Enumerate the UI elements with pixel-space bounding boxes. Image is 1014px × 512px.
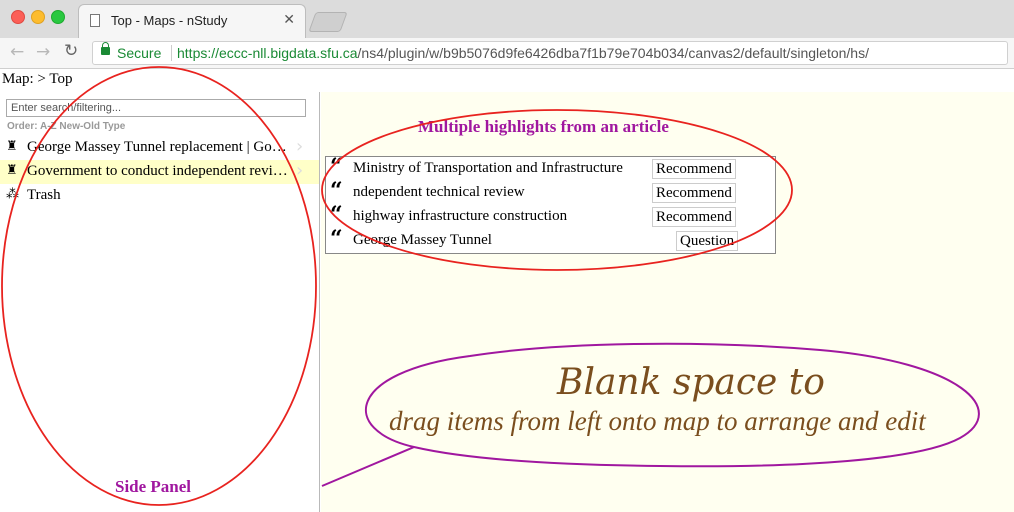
side-panel-annotation: Side Panel	[115, 477, 192, 496]
highlight-text: highway infrastructure construction	[353, 208, 568, 224]
zoom-window-button[interactable]	[51, 10, 65, 24]
blank-space-annotation-line2: drag items from left onto map to arrange…	[389, 406, 926, 436]
new-tab-button[interactable]	[308, 12, 348, 32]
highlight-row[interactable]: “ Ministry of Transportation and Infrast…	[326, 154, 775, 181]
quote-icon: “	[330, 202, 343, 228]
forward-arrow-icon[interactable]: →	[36, 42, 50, 62]
highlight-row[interactable]: “ George Massey Tunnel Question	[326, 226, 775, 253]
browser-toolbar: ← → ↻ Secure https://eccc-nll.bigdata.sf…	[0, 38, 1014, 69]
search-input[interactable]	[6, 99, 306, 117]
back-arrow-icon[interactable]: ←	[10, 42, 24, 62]
close-window-button[interactable]	[11, 10, 25, 24]
window-titlebar: Top - Maps - nStudy ✕	[0, 0, 1014, 39]
highlights-box[interactable]: “ Ministry of Transportation and Infrast…	[325, 154, 776, 254]
lock-icon	[101, 42, 110, 55]
url-text: https://eccc-nll.bigdata.sfu.ca/ns4/plug…	[177, 45, 869, 61]
list-item-selected[interactable]: ♜ Government to conduct independent revi…	[0, 160, 319, 184]
list-item-trash[interactable]: ⁂ Trash	[0, 184, 319, 208]
highlights-annotation: Multiple highlights from an article	[418, 117, 669, 136]
highlight-row[interactable]: “ highway infrastructure construction Re…	[326, 202, 775, 229]
quote-icon: “	[330, 226, 343, 252]
minimize-window-button[interactable]	[31, 10, 45, 24]
url-separator	[171, 45, 172, 61]
list-item-label: Trash	[27, 187, 61, 203]
chevron-right-icon[interactable]: ›	[296, 160, 303, 181]
tag-badge[interactable]: Recommend	[652, 183, 736, 203]
highlight-text: ndependent technical review	[353, 184, 525, 200]
map-canvas[interactable]: Multiple highlights from an article “ Mi…	[321, 92, 1014, 512]
address-bar[interactable]: Secure https://eccc-nll.bigdata.sfu.ca/n…	[92, 41, 1008, 65]
highlight-text: George Massey Tunnel	[353, 232, 492, 248]
quote-icon: “	[330, 154, 343, 180]
side-panel: Order: A-Z New-Old Type ♜ George Massey …	[0, 92, 320, 512]
highlight-text: Ministry of Transportation and Infrastru…	[353, 160, 623, 176]
breadcrumb: Map: > Top	[2, 71, 73, 87]
tag-badge[interactable]: Recommend	[652, 159, 736, 179]
url-host: https://eccc-nll.bigdata.sfu.ca	[177, 45, 358, 61]
url-path: /ns4/plugin/w/b9b5076d9fe6426dba7f1b79e7…	[357, 45, 869, 61]
pin-star-icon: ♜	[6, 139, 18, 154]
order-label[interactable]: Order: A-Z New-Old Type	[7, 121, 125, 132]
browser-tab[interactable]: Top - Maps - nStudy ✕	[78, 4, 306, 38]
tag-badge[interactable]: Question	[676, 231, 739, 251]
highlight-row[interactable]: “ ndependent technical review Recommend	[326, 178, 775, 205]
pin-star-icon: ♜	[6, 163, 18, 178]
list-item[interactable]: ♜ George Massey Tunnel replacement | Gov…	[0, 136, 319, 160]
chevron-right-icon[interactable]: ›	[296, 136, 303, 157]
trash-network-icon: ⁂	[6, 187, 19, 202]
tag-badge[interactable]: Recommend	[652, 207, 736, 227]
reload-icon[interactable]: ↻	[64, 41, 78, 61]
quote-icon: “	[330, 178, 343, 204]
close-tab-icon[interactable]: ✕	[283, 12, 295, 28]
tab-title: Top - Maps - nStudy	[111, 13, 228, 28]
list-item-label: Government to conduct independent review…	[27, 163, 289, 179]
list-item-label: George Massey Tunnel replacement | Gover…	[27, 139, 289, 155]
secure-label: Secure	[117, 45, 162, 61]
blank-space-annotation-line1: Blank space to	[557, 362, 825, 403]
page-icon	[90, 14, 100, 27]
